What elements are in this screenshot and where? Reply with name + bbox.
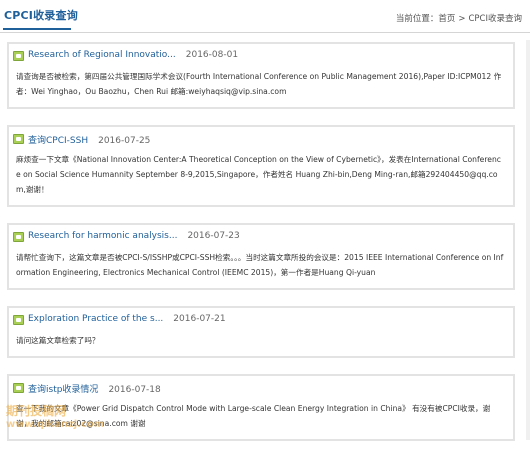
question-icon xyxy=(13,51,24,61)
item-title-text: Research of Regional Innovatio... xyxy=(28,50,176,60)
item-header: Exploration Practice of the s... 2016-07-… xyxy=(9,308,513,333)
item-title-text: 查询CPCI-SSH xyxy=(28,136,89,146)
item-title-text: Exploration Practice of the s... xyxy=(28,314,164,324)
breadcrumb: 当前位置：首页 > CPCI收录查询 xyxy=(396,12,522,24)
question-list: Research of Regional Innovatio... 2016-08… xyxy=(7,42,515,457)
list-item: 查询CPCI-SSH 2016-07-25 麻烦查一下文章《National In… xyxy=(7,125,515,207)
item-title-link[interactable]: 查询istp收录情况 2016-07-18 xyxy=(28,382,161,395)
breadcrumb-current: CPCI收录查询 xyxy=(468,14,522,24)
item-body: 查一下我的文章《Power Grid Dispatch Control Mode… xyxy=(16,404,491,428)
page-header: CPCI收录查询 当前位置：首页 > CPCI收录查询 xyxy=(0,0,530,33)
list-item: 查询istp收录情况 2016-07-18 查一下我的文章《Power Grid … xyxy=(7,374,515,441)
page-title: CPCI收录查询 xyxy=(4,9,78,22)
item-header: 查询CPCI-SSH 2016-07-25 xyxy=(9,127,513,152)
question-icon xyxy=(13,383,24,393)
item-body: 请查询是否被检索，第四届公共管理国际学术会议(Fourth Internatio… xyxy=(16,72,502,96)
item-header: Research of Regional Innovatio... 2016-08… xyxy=(9,44,513,69)
question-icon xyxy=(13,232,24,242)
item-title-link[interactable]: 查询CPCI-SSH 2016-07-25 xyxy=(28,133,150,146)
item-body: 请问这篇文章检索了吗？ xyxy=(16,336,100,345)
item-date: 2016-08-01 xyxy=(185,50,239,60)
item-date: 2016-07-18 xyxy=(108,385,161,395)
question-icon xyxy=(13,134,24,144)
list-item: Exploration Practice of the s... 2016-07-… xyxy=(7,306,515,358)
item-date: 2016-07-23 xyxy=(187,231,240,241)
list-item: Research for harmonic analysis... 2016-07… xyxy=(7,223,515,290)
item-body: 麻烦查一下文章《National Innovation Center:A The… xyxy=(16,155,501,194)
item-title-link[interactable]: Research for harmonic analysis... 2016-07… xyxy=(28,231,240,241)
item-date: 2016-07-25 xyxy=(98,136,151,146)
list-item: Research of Regional Innovatio... 2016-08… xyxy=(7,42,515,109)
scrollbar[interactable] xyxy=(526,40,530,440)
item-title-link[interactable]: Exploration Practice of the s... 2016-07-… xyxy=(28,314,226,324)
question-icon xyxy=(13,315,24,325)
breadcrumb-prefix: 当前位置： xyxy=(395,14,439,24)
item-date: 2016-07-21 xyxy=(173,314,226,324)
item-header: Research for harmonic analysis... 2016-07… xyxy=(9,225,513,250)
item-title-link[interactable]: Research of Regional Innovatio... 2016-08… xyxy=(28,50,238,60)
breadcrumb-home-link[interactable]: 首页 xyxy=(438,14,455,24)
breadcrumb-separator: > xyxy=(458,14,466,24)
item-title-text: Research for harmonic analysis... xyxy=(28,231,178,241)
title-underline xyxy=(3,28,71,30)
item-title-text: 查询istp收录情况 xyxy=(28,385,99,395)
item-header: 查询istp收录情况 2016-07-18 xyxy=(9,376,513,401)
item-body: 请帮忙查询下，这篇文章是否被CPCI-S/ISSHP或CPCI-SSH检索。。。… xyxy=(16,253,504,277)
